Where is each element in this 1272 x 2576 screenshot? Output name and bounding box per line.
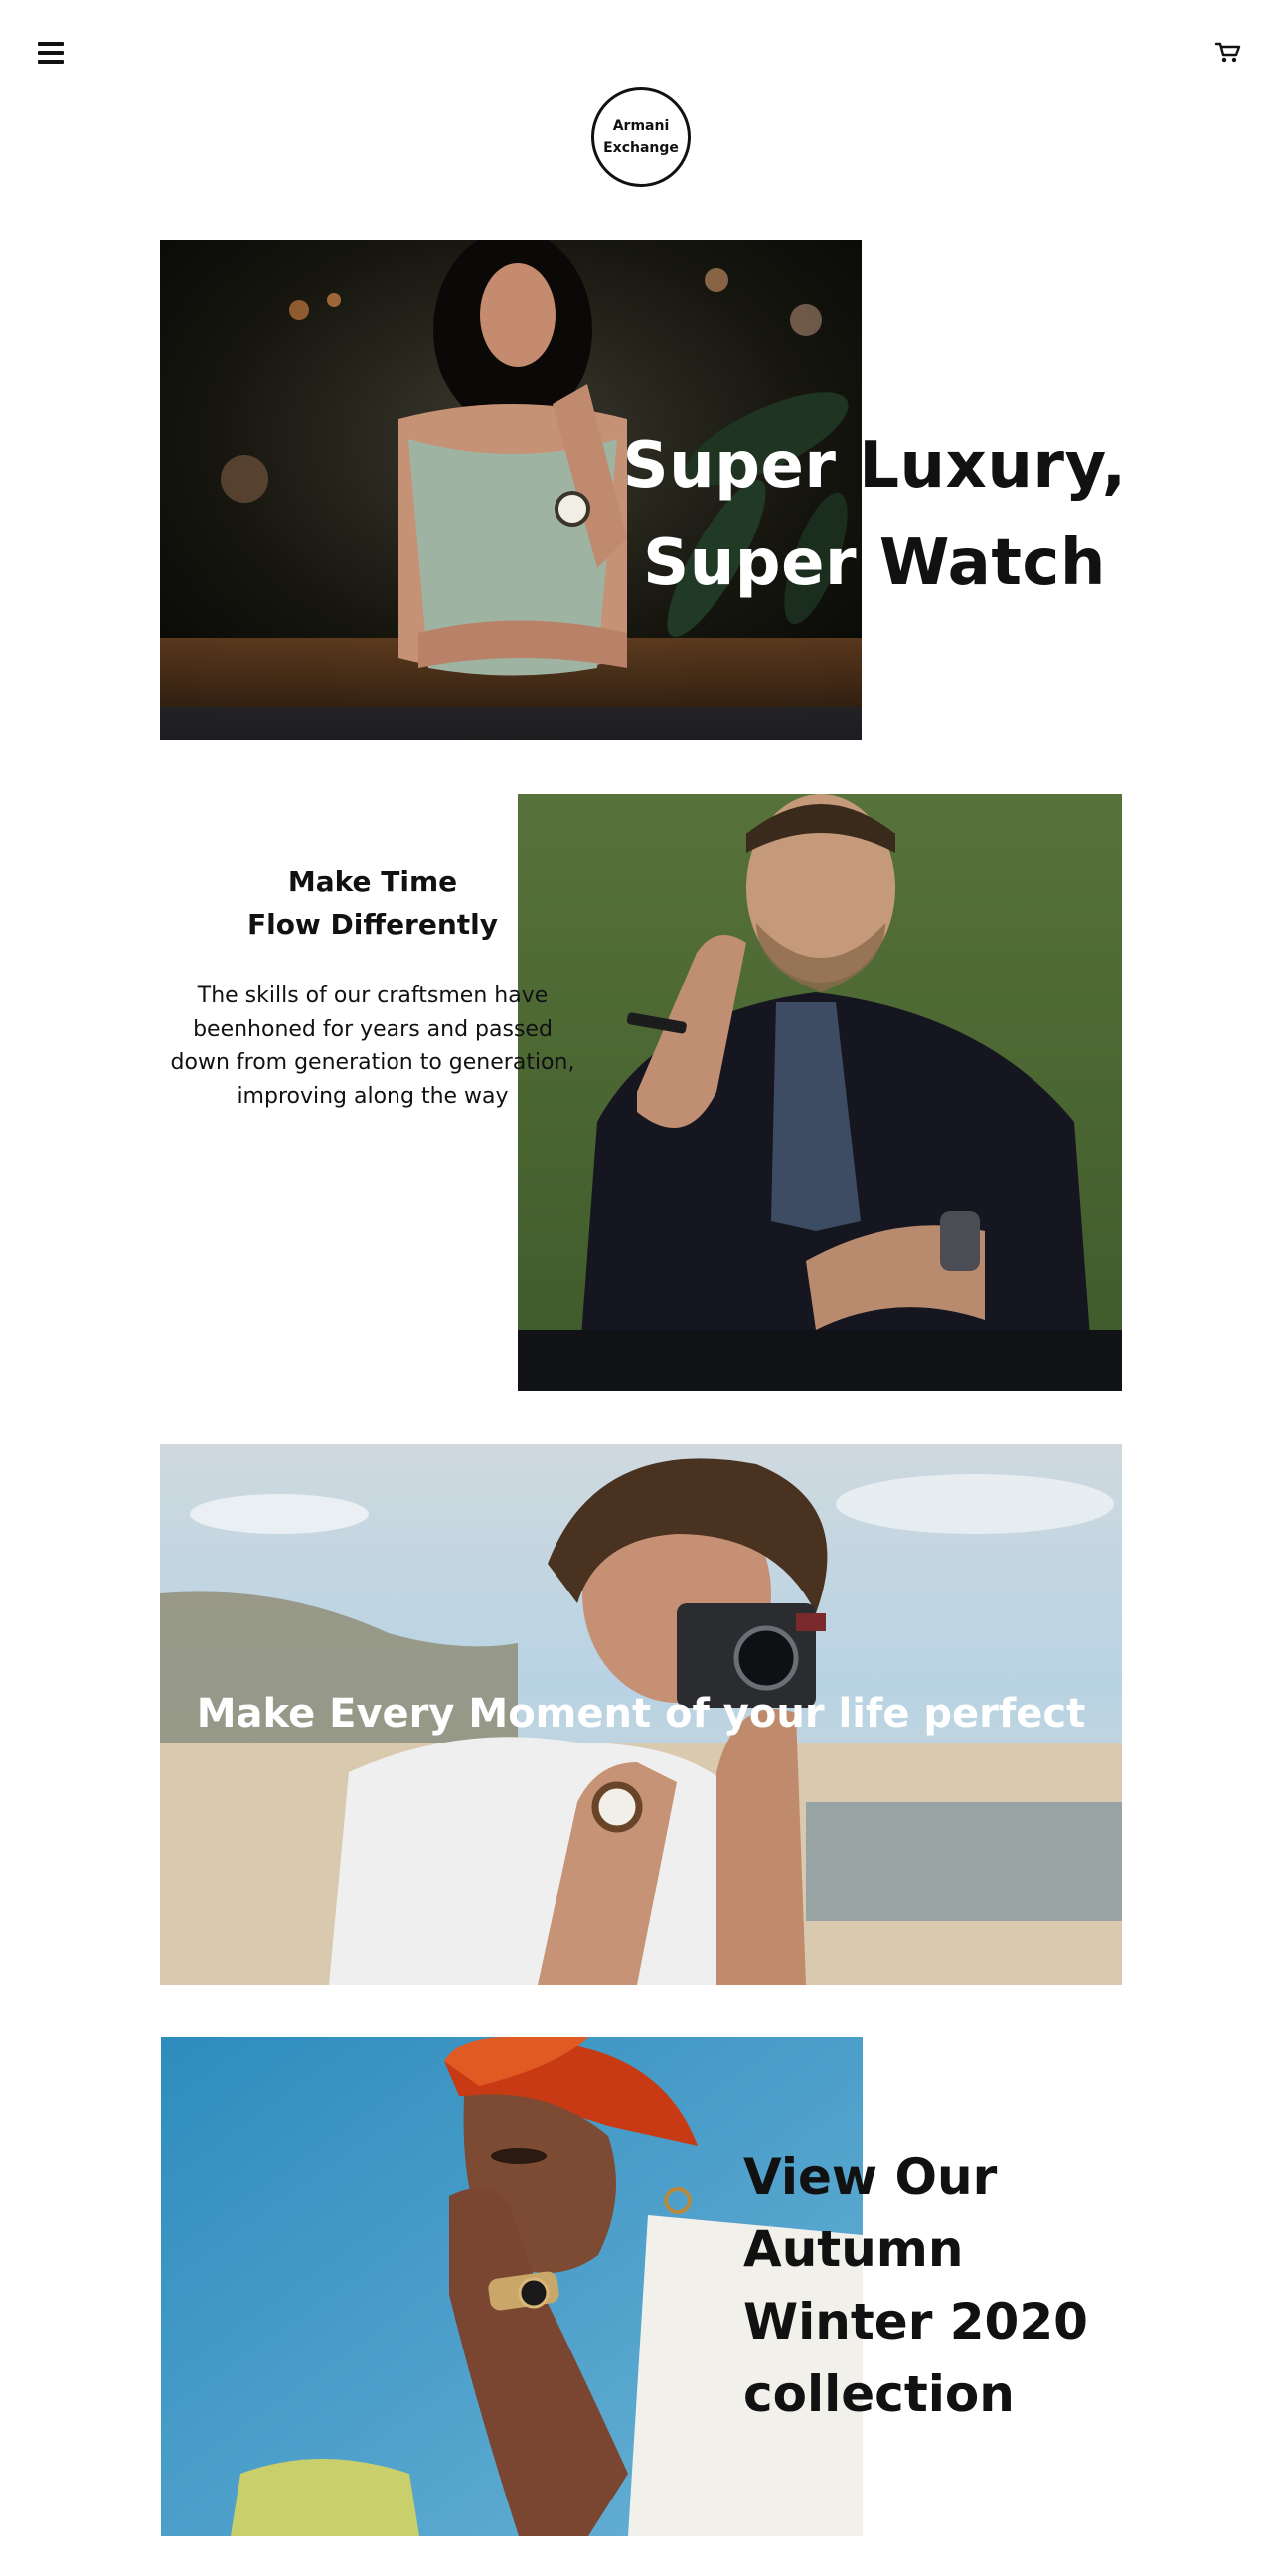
hero-title-word-watch: Watch [878,527,1106,600]
craftsmanship-text-block: Make Time Flow Differently The skills of… [159,860,586,1113]
collection-title-line: View Our [743,2148,998,2205]
collection-title-line: Autumn [743,2220,964,2278]
menu-bar [38,51,64,55]
description-line: improving along the way [237,1083,509,1109]
description-line: down from generation to generation, [170,1050,575,1075]
collection-title-line: Winter 2020 [743,2293,1088,2350]
section-heading-line1: Make Time [287,865,458,898]
description-line: beenhoned for years and passed [193,1016,553,1042]
menu-bar [38,60,64,64]
hero-title-every-moment: Make Every Moment of your life perfect [196,1691,1086,1737]
description-line: The skills of our craftsmen have [197,984,549,1008]
hero-title-word-super: Super [622,429,837,503]
logo-text-line1: Armani [612,118,670,134]
hero-title-word-super-2: Super [643,527,858,600]
menu-bar [38,42,64,46]
hero-title-word-luxury: Luxury, [859,429,1127,503]
hero-title-super-luxury: Super Luxury, Super Watch [556,417,1192,612]
brand-logo[interactable]: Armani Exchange [591,87,691,187]
section-description: The skills of our craftsmen have beenhon… [159,980,586,1113]
man-with-watch-image [518,794,1122,1391]
collection-title-line: collection [743,2365,1015,2423]
section-heading-line2: Flow Differently [246,908,499,941]
logo-text-line2: Exchange [603,140,679,156]
menu-button[interactable] [38,40,66,66]
cart-button[interactable] [1214,40,1242,66]
collection-callout-title[interactable]: View Our Autumn Winter 2020 collection [743,2141,1161,2431]
shopping-cart-icon [1214,42,1241,63]
